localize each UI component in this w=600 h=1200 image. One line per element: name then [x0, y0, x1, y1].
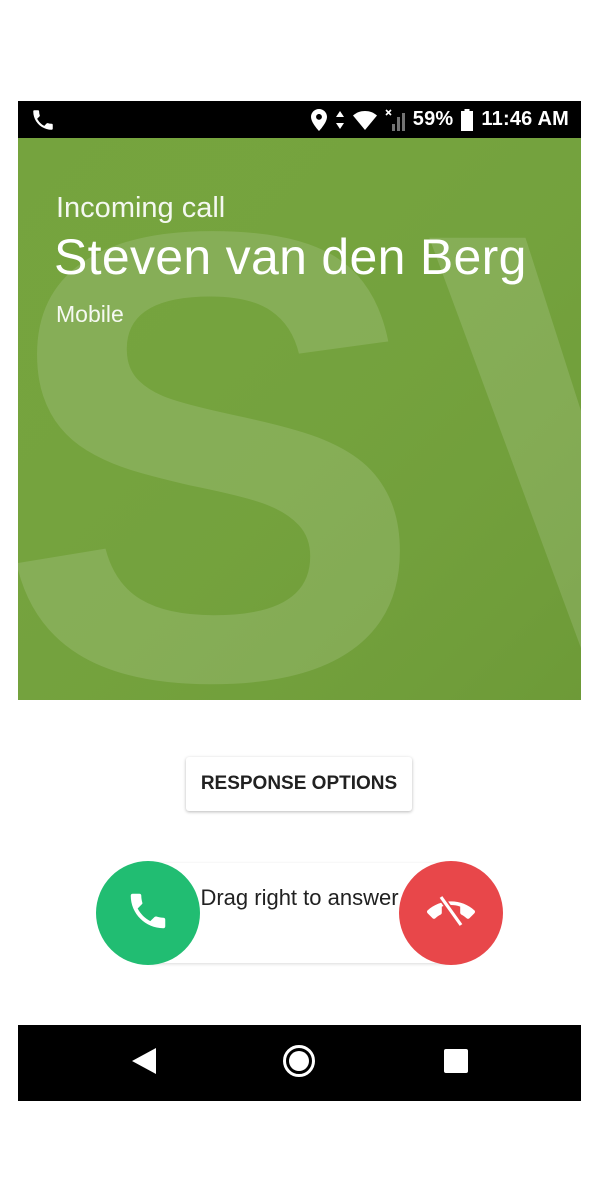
caller-name: Steven van den Berg — [54, 229, 527, 285]
status-bar: 59% 11:46 AM — [18, 101, 581, 138]
recents-icon — [443, 1048, 469, 1079]
phone-answer-icon — [125, 888, 171, 939]
phone-decline-icon — [427, 887, 475, 940]
answer-button[interactable] — [96, 861, 200, 965]
caller-info-panel: SV Incoming call Steven van den Berg Mob… — [18, 138, 581, 700]
wifi-icon — [352, 110, 377, 130]
phone-call-icon — [30, 107, 56, 133]
battery-icon — [461, 108, 474, 131]
no-signal-icon — [385, 108, 405, 131]
recents-button[interactable] — [438, 1045, 474, 1081]
navigation-bar — [18, 1025, 581, 1101]
back-icon — [130, 1046, 158, 1081]
home-button[interactable] — [281, 1044, 317, 1083]
call-status-label: Incoming call — [56, 192, 226, 224]
data-arrows-icon — [335, 110, 345, 130]
decline-button[interactable] — [399, 861, 503, 965]
answer-slider[interactable]: Drag right to answer — [96, 861, 503, 965]
battery-percent: 59% — [412, 108, 454, 130]
incoming-call-screen: 59% 11:46 AM SV Incoming call Steven van… — [18, 101, 581, 1101]
location-pin-icon — [310, 108, 327, 131]
home-icon — [282, 1044, 316, 1083]
clock: 11:46 AM — [481, 108, 569, 130]
response-options-button[interactable]: RESPONSE OPTIONS — [186, 757, 412, 811]
number-type-label: Mobile — [56, 301, 124, 327]
back-button[interactable] — [126, 1045, 162, 1081]
slider-hint: Drag right to answer — [200, 885, 399, 910]
